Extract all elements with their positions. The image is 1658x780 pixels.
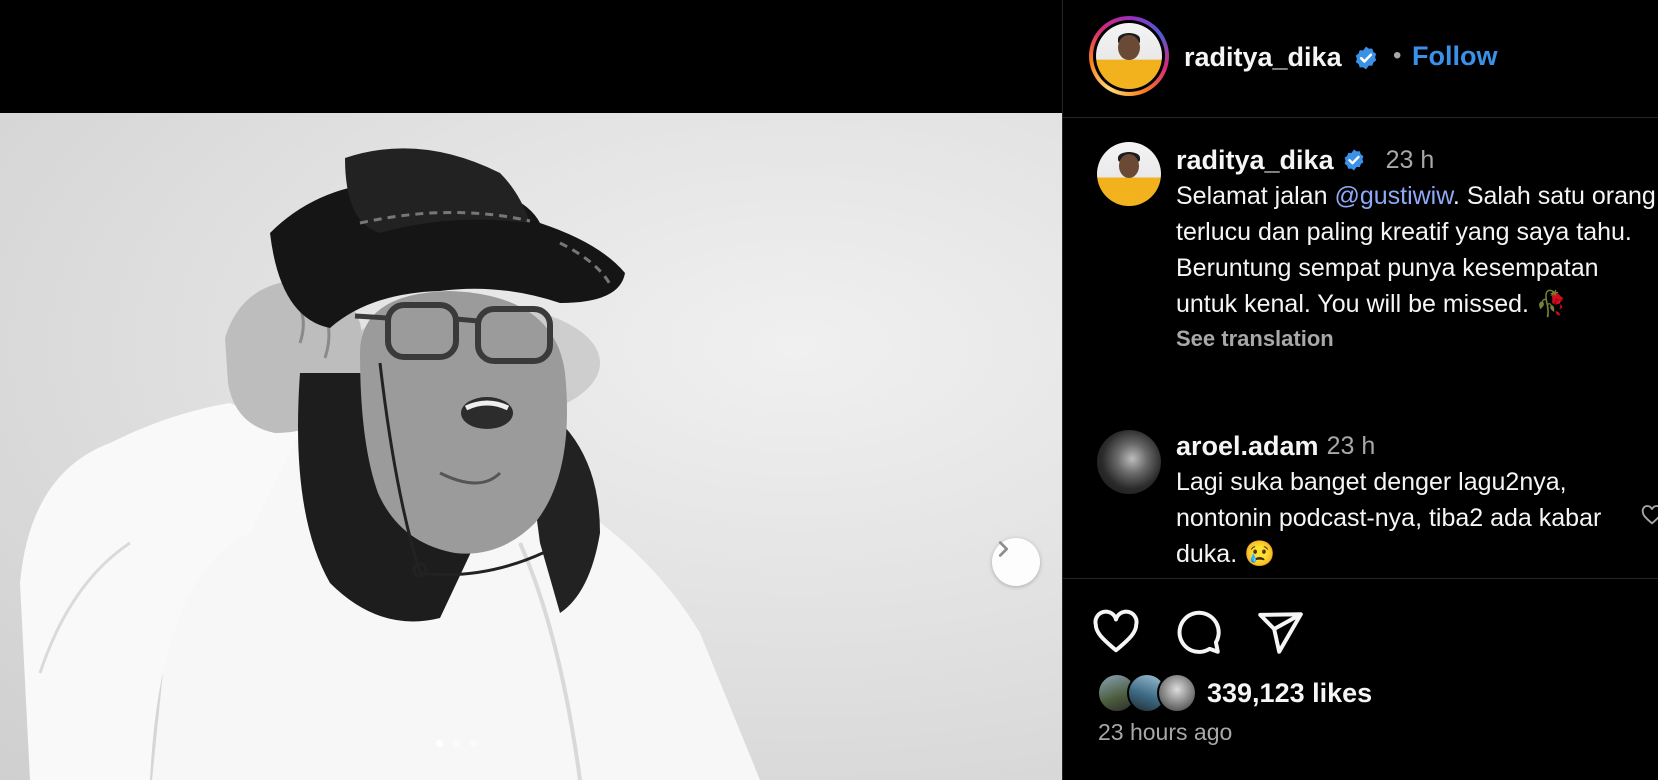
caption-text-start: Selamat jalan: [1176, 182, 1335, 210]
post-side-panel: raditya_dika • Follow raditya_dika 23 h …: [1063, 0, 1658, 780]
author-avatar-story-ring[interactable]: [1089, 16, 1169, 96]
see-translation-link[interactable]: See translation: [1176, 326, 1656, 352]
post-timestamp[interactable]: 23 hours ago: [1098, 719, 1232, 746]
comment-bubble-icon: [1177, 610, 1221, 654]
comment-button[interactable]: [1173, 608, 1223, 658]
carousel-dot: [436, 740, 443, 747]
post-photo[interactable]: [0, 113, 1062, 780]
carousel-indicator: [436, 740, 477, 747]
comment-like-heart-icon[interactable]: [1641, 505, 1658, 532]
likes-summary[interactable]: 339,123 likes: [1097, 673, 1372, 713]
likes-count[interactable]: 339,123 likes: [1207, 678, 1372, 709]
caption-text: Selamat jalan @gustiwiw. Salah satu oran…: [1176, 178, 1656, 322]
actions-divider: [1063, 578, 1658, 579]
liker-avatar: [1157, 673, 1197, 713]
follow-button[interactable]: Follow: [1412, 41, 1497, 72]
carousel-next-button[interactable]: [992, 538, 1040, 586]
author-username[interactable]: raditya_dika: [1184, 42, 1342, 73]
paper-plane-icon: [1258, 612, 1303, 654]
comment-item: aroel.adam 23 h Lagi suka banget denger …: [1176, 428, 1656, 572]
post-actions: [1091, 608, 1305, 658]
photo-illustration: [20, 148, 760, 780]
caption: raditya_dika 23 h Selamat jalan @gustiwi…: [1176, 142, 1656, 352]
like-button[interactable]: [1091, 608, 1141, 658]
carousel-dot: [470, 740, 477, 747]
post-header: raditya_dika • Follow: [1063, 0, 1658, 118]
caption-author-avatar[interactable]: [1097, 142, 1161, 206]
verified-badge-icon: [1353, 45, 1379, 76]
comment-time[interactable]: 23 h: [1327, 432, 1376, 461]
comment-username[interactable]: aroel.adam: [1176, 431, 1319, 462]
post-media: [0, 0, 1062, 780]
carousel-dot: [453, 740, 460, 747]
caption-mention-link[interactable]: @gustiwiw: [1334, 182, 1452, 210]
chevron-right-icon: [998, 541, 1009, 557]
caption-time[interactable]: 23 h: [1386, 146, 1435, 175]
share-button[interactable]: [1255, 608, 1305, 658]
comment-author-avatar[interactable]: [1097, 430, 1161, 494]
verified-badge-icon: [1342, 148, 1366, 172]
comment-text: Lagi suka banget denger lagu2nya, nonton…: [1176, 468, 1602, 568]
header-separator: •: [1393, 42, 1402, 69]
heart-icon: [1093, 609, 1139, 653]
caption-username[interactable]: raditya_dika: [1176, 145, 1334, 176]
author-avatar: [1096, 23, 1162, 89]
comments-list: raditya_dika 23 h Selamat jalan @gustiwi…: [1063, 118, 1658, 578]
